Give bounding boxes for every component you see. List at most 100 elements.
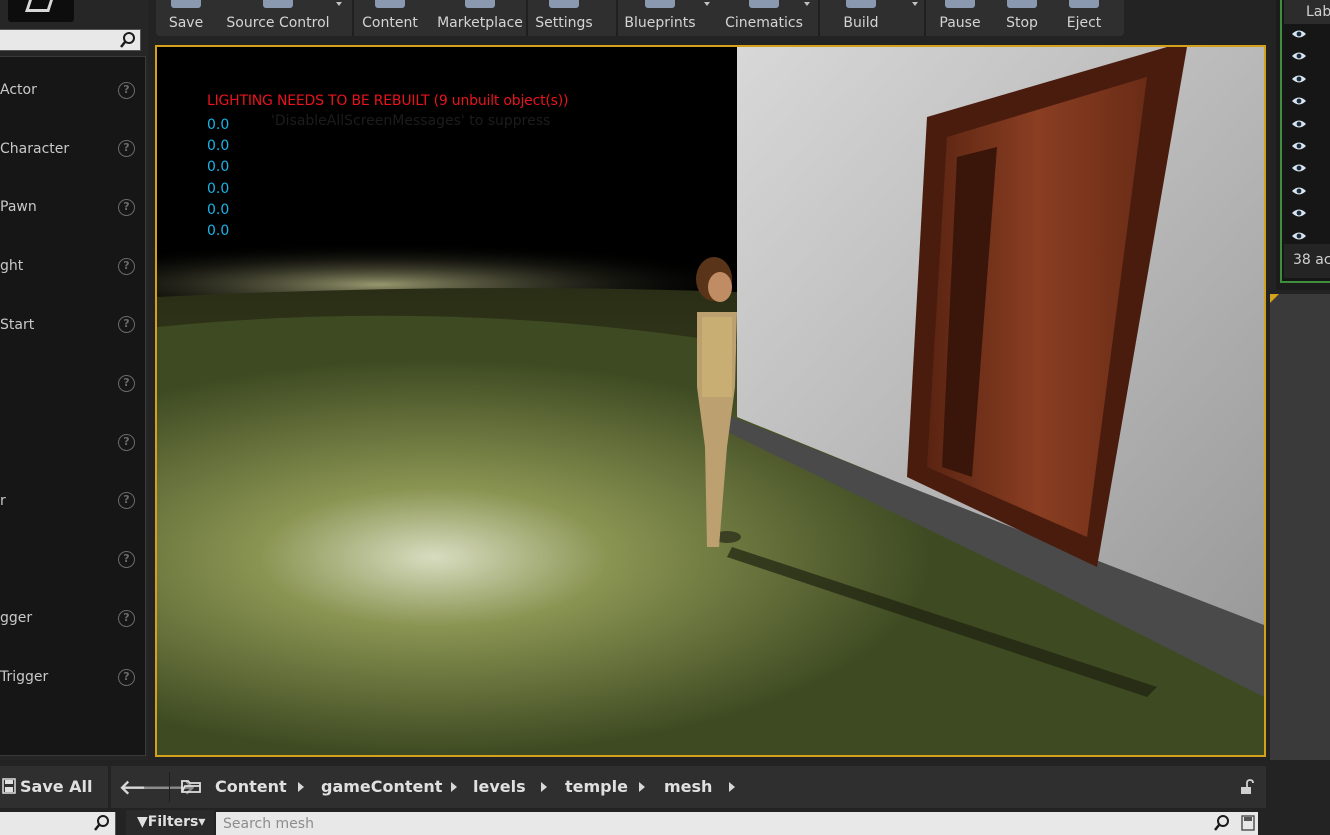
visibility-eye-icon[interactable]: [1291, 208, 1307, 218]
place-actor-label: Pawn: [0, 199, 37, 216]
help-icon[interactable]: ?: [118, 257, 135, 275]
place-actor-label: Start: [0, 316, 35, 333]
visibility-eye-icon[interactable]: [1291, 74, 1307, 84]
toolbar-button-label: Source Control: [226, 15, 330, 31]
level-editor-toolbar: Save Source Control Content Marketplace Sett…: [156, 0, 1124, 36]
place-actor-item[interactable]: ght?: [0, 237, 144, 295]
source-control-toolbar-button[interactable]: Source Control: [226, 0, 330, 36]
place-actor-label: Trigger: [0, 669, 49, 685]
visibility-eye-icon[interactable]: [1291, 231, 1307, 241]
eject-icon: [1069, 0, 1099, 8]
toolbar-button-label: Stop: [1006, 15, 1038, 31]
help-icon[interactable]: ?: [118, 316, 135, 334]
mesh-search-input[interactable]: [216, 812, 1206, 835]
eject-toolbar-button[interactable]: Eject: [1056, 0, 1112, 36]
place-search-input[interactable]: [0, 29, 141, 51]
lock-icon[interactable]: [1240, 779, 1254, 795]
help-icon[interactable]: ?: [118, 492, 135, 510]
help-icon[interactable]: ?: [118, 433, 135, 451]
place-actor-label: ght: [0, 258, 24, 275]
filters-dropdown[interactable]: ▼Filters▾: [126, 810, 214, 835]
dropdown-caret-icon[interactable]: [336, 2, 342, 6]
place-actor-item[interactable]: gger?: [0, 589, 144, 647]
filters-label: ▼Filters▾: [137, 814, 206, 830]
mesh-search-box[interactable]: [216, 812, 1258, 835]
place-actor-item[interactable]: ?: [0, 355, 144, 413]
settings-toolbar-button[interactable]: Settings: [532, 0, 596, 36]
visibility-eye-icon[interactable]: [1291, 96, 1307, 106]
visibility-eye-icon[interactable]: [1291, 29, 1307, 39]
stat-value: 0.0: [207, 201, 230, 218]
stat-value: 0.0: [207, 180, 230, 197]
help-icon[interactable]: ?: [118, 198, 135, 216]
cinematics-icon: [749, 0, 779, 8]
build-icon: [846, 0, 876, 8]
place-actor-item[interactable]: r?: [0, 472, 144, 530]
content-icon: [375, 0, 405, 8]
help-icon[interactable]: ?: [118, 375, 135, 392]
toolbar-button-label: Settings: [535, 15, 593, 31]
outliner-label-header[interactable]: Lab: [1284, 0, 1330, 24]
toolbar-button-label: Pause: [939, 15, 981, 31]
stat-value: 0.0: [207, 223, 230, 239]
lighting-warning-text: LIGHTING NEEDS TO BE REBUILT (9 unbuilt …: [207, 93, 569, 109]
breadcrumb-temple[interactable]: temple: [565, 777, 628, 796]
place-actor-item[interactable]: ?: [0, 531, 144, 589]
search-icon: [120, 32, 135, 48]
dropdown-caret-icon[interactable]: [804, 2, 810, 6]
blueprints-toolbar-button[interactable]: Blueprints: [624, 0, 696, 36]
folder-icon: [181, 780, 201, 793]
pause-toolbar-button[interactable]: Pause: [932, 0, 988, 36]
place-actor-item[interactable]: Start?: [0, 296, 144, 354]
breadcrumb-arrow-icon[interactable]: [639, 782, 645, 792]
help-icon[interactable]: ?: [118, 551, 135, 569]
breadcrumb-levels[interactable]: levels: [473, 777, 526, 796]
sources-search-input[interactable]: [0, 812, 116, 835]
toolbar-separator: [924, 0, 926, 36]
place-actor-label: gger: [0, 610, 33, 627]
place-actors-panel: Actor? Character? Pawn? ght? Start??? r?? gger…: [0, 0, 148, 760]
help-icon[interactable]: ?: [118, 140, 135, 158]
visibility-eye-icon[interactable]: [1291, 163, 1307, 173]
dropdown-caret-icon[interactable]: [912, 2, 918, 6]
stat-value: 0.0: [207, 159, 230, 176]
visibility-eye-icon[interactable]: [1291, 186, 1307, 196]
place-actor-item[interactable]: Character?: [0, 120, 144, 178]
place-actor-item[interactable]: ?: [0, 413, 144, 471]
toolbar-separator: [526, 0, 528, 36]
breadcrumb-arrow-icon[interactable]: [541, 782, 547, 792]
save-search-icon[interactable]: [1240, 814, 1256, 832]
breadcrumb-gamecontent[interactable]: gameContent: [321, 777, 442, 796]
breadcrumb-mesh[interactable]: mesh: [664, 777, 712, 796]
visibility-eye-icon[interactable]: [1291, 141, 1307, 151]
visibility-eye-icon[interactable]: [1291, 51, 1307, 61]
help-icon[interactable]: ?: [118, 668, 135, 686]
place-actor-item[interactable]: Pawn?: [0, 178, 144, 236]
marketplace-toolbar-button[interactable]: Marketplace: [432, 0, 528, 36]
cinematics-toolbar-button[interactable]: Cinematics: [724, 0, 804, 36]
breadcrumb-content[interactable]: Content: [215, 777, 287, 796]
breadcrumb-arrow-icon[interactable]: [298, 782, 304, 792]
help-icon[interactable]: ?: [118, 81, 135, 99]
details-panel: [1270, 294, 1330, 760]
breadcrumb-arrow-icon[interactable]: [729, 782, 735, 792]
help-icon[interactable]: ?: [118, 609, 135, 627]
stop-toolbar-button[interactable]: Stop: [996, 0, 1048, 36]
settings-icon: [549, 0, 579, 8]
content-toolbar-button[interactable]: Content: [360, 0, 420, 36]
breadcrumb-arrow-icon[interactable]: [451, 782, 457, 792]
place-actor-item[interactable]: Trigger?: [0, 648, 144, 706]
save-all-button[interactable]: Save All: [0, 766, 108, 808]
place-actor-item[interactable]: Actor?: [0, 61, 144, 119]
build-toolbar-button[interactable]: Build: [826, 0, 896, 36]
engine-logo-tab[interactable]: [8, 0, 74, 22]
outliner-actor-count: 38 ac: [1284, 244, 1330, 278]
dropdown-caret-icon[interactable]: [704, 2, 710, 6]
toolbar-separator: [616, 0, 618, 36]
panel-corner-marker: [1270, 294, 1279, 303]
save-toolbar-button[interactable]: Save: [166, 0, 206, 36]
level-viewport[interactable]: LIGHTING NEEDS TO BE REBUILT (9 unbuilt …: [155, 45, 1266, 757]
toolbar-button-label: Cinematics: [725, 15, 803, 31]
toolbar-button-label: Build: [843, 15, 879, 31]
visibility-eye-icon[interactable]: [1291, 119, 1307, 129]
